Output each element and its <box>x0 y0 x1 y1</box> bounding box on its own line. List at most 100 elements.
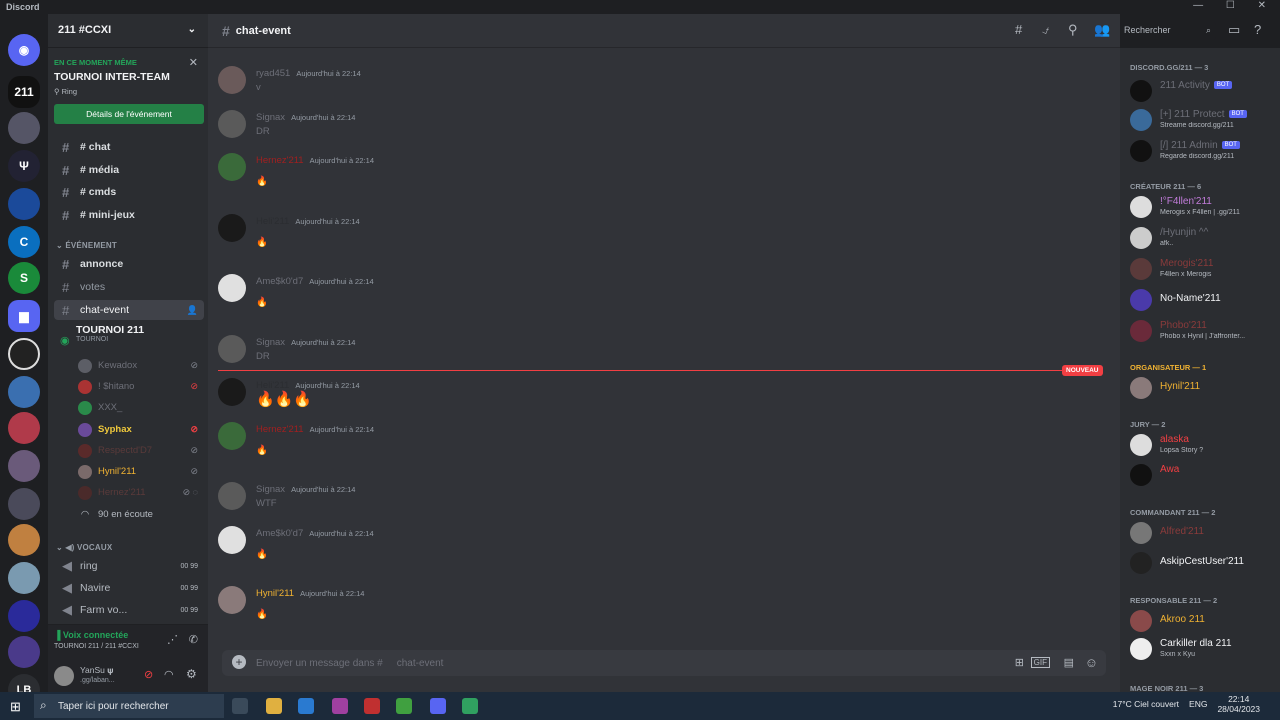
task-view-icon[interactable] <box>232 698 248 714</box>
app-icon[interactable] <box>364 698 380 714</box>
server-icon[interactable] <box>8 376 40 408</box>
voice-user[interactable]: Hernez'211 ⊘ ◌ <box>78 483 200 502</box>
weather-label[interactable]: 17°C Ciel couvert <box>1113 699 1179 709</box>
server-icon[interactable] <box>8 562 40 594</box>
member-item[interactable]: Alfred'211 <box>1130 520 1275 548</box>
avatar[interactable] <box>218 526 246 554</box>
avatar[interactable] <box>218 422 246 450</box>
server-icon[interactable] <box>8 600 40 632</box>
channel-cmds[interactable]: # # cmds <box>54 182 204 202</box>
voice-channel-farm[interactable]: ◀ Farm vo... 00 99 <box>54 600 204 620</box>
server-icon-211[interactable]: 211 <box>8 76 40 108</box>
category-vocaux[interactable]: ⌄ ◀) VOCAUX <box>56 543 112 552</box>
event-details-button[interactable]: Détails de l'événement <box>54 104 204 124</box>
opera-icon[interactable] <box>332 698 348 714</box>
avatar[interactable] <box>218 378 246 406</box>
avatar[interactable] <box>218 274 246 302</box>
store-icon[interactable] <box>298 698 314 714</box>
add-attachment-icon[interactable]: + <box>232 655 246 669</box>
mic-muted-icon[interactable]: ⊘ <box>144 668 153 681</box>
headphones-icon[interactable]: ◠ <box>164 668 174 681</box>
search-input[interactable]: Rechercher ⌕ <box>1120 22 1216 40</box>
disconnect-icon[interactable]: ✆ <box>189 633 198 646</box>
voice-user[interactable]: Respectd'D7 ⊘ <box>78 441 200 460</box>
server-icon[interactable] <box>8 338 40 370</box>
avatar[interactable] <box>218 153 246 181</box>
member-item[interactable]: Merogis'211 F4llen x Merogis <box>1130 256 1275 284</box>
voice-user[interactable]: Syphax ⊘ <box>78 420 200 439</box>
pin-icon[interactable]: ⚲ <box>1068 22 1078 38</box>
avatar[interactable] <box>218 110 246 138</box>
channel-chat-event[interactable]: # chat-event 👤 <box>54 300 204 320</box>
window-controls[interactable]: — ☐ ✕ <box>1193 0 1276 11</box>
app-icon[interactable] <box>462 698 478 714</box>
app-icon[interactable] <box>396 698 412 714</box>
member-item[interactable]: !°F4llen'211 Merogis x F4llen | .gg/211 <box>1130 194 1275 222</box>
discord-home-icon[interactable]: ◉ <box>8 34 40 66</box>
server-icon[interactable]: Ψ <box>8 150 40 182</box>
server-icon[interactable] <box>8 524 40 556</box>
server-icon[interactable] <box>8 488 40 520</box>
gift-icon[interactable]: ⊞ <box>1015 656 1024 669</box>
discord-taskbar-icon[interactable] <box>430 698 446 714</box>
member-item[interactable]: [/] 211 Admin BOT Regarde discord.gg/211 <box>1130 138 1275 166</box>
voice-user[interactable]: ! $hitano ⊘ <box>78 377 200 396</box>
language-indicator[interactable]: ENG <box>1189 699 1207 709</box>
folder-icon[interactable]: ▆ <box>8 300 40 332</box>
file-explorer-icon[interactable] <box>266 698 282 714</box>
server-icon[interactable] <box>8 112 40 144</box>
message-input[interactable]: + Envoyer un message dans # chat-event ⊞ … <box>222 650 1106 676</box>
notification-bell-icon[interactable]: ⍻ <box>1042 22 1049 38</box>
emoji-icon[interactable]: ☺ <box>1085 655 1098 670</box>
member-item[interactable]: No-Name'211 <box>1130 287 1275 315</box>
member-item[interactable]: alaska Lopsa Story ? <box>1130 432 1275 460</box>
sticker-icon[interactable]: ▤ <box>1064 656 1074 669</box>
gif-icon[interactable]: GIF <box>1030 657 1050 668</box>
avatar[interactable] <box>218 66 246 94</box>
server-icon[interactable]: S <box>8 262 40 294</box>
voice-user[interactable]: Hynil'211 ⊘ <box>78 462 200 481</box>
close-icon[interactable]: ✕ <box>189 56 198 69</box>
member-item[interactable]: Hynil'211 <box>1130 375 1275 403</box>
member-item[interactable]: AskipCestUser'211 <box>1130 550 1275 578</box>
voice-user[interactable]: XXX_ <box>78 398 200 417</box>
windows-start-icon[interactable]: ⊞ <box>10 699 21 715</box>
category-evenement[interactable]: ⌄ ÉVÉNEMENT <box>56 241 117 250</box>
avatar[interactable] <box>218 586 246 614</box>
help-icon[interactable]: ? <box>1254 22 1261 37</box>
listeners-count[interactable]: ◠ 90 en écoute <box>78 505 200 524</box>
server-icon[interactable] <box>8 636 40 668</box>
add-member-icon[interactable]: 👤 <box>187 305 198 316</box>
voice-channel-navire[interactable]: ◀ Navire 00 99 <box>54 578 204 598</box>
member-item[interactable]: Carkiller dla 211 Sxxn x Kyu <box>1130 636 1275 664</box>
avatar[interactable] <box>54 666 74 686</box>
channel-votes[interactable]: # votes <box>54 277 204 297</box>
channel-chat[interactable]: # # chat <box>54 137 204 157</box>
server-icon[interactable] <box>8 450 40 482</box>
server-icon[interactable] <box>8 188 40 220</box>
member-item[interactable]: /Hyunjin ^^ afk.. <box>1130 225 1275 253</box>
avatar[interactable] <box>218 482 246 510</box>
member-item[interactable]: Awa <box>1130 462 1275 490</box>
server-header[interactable]: 211 #CCXI ⌄ <box>48 14 208 48</box>
member-item[interactable]: [+] 211 Protect BOT Streame discord.gg/211 <box>1130 107 1275 135</box>
inbox-icon[interactable]: ▭ <box>1228 22 1240 38</box>
threads-icon[interactable]: # <box>1015 22 1022 37</box>
voice-channel-ring[interactable]: ◀ ring 00 99 <box>54 556 204 576</box>
noise-suppression-icon[interactable]: ⋰ <box>167 633 178 646</box>
gear-icon[interactable]: ⚙ <box>186 667 197 681</box>
stage-channel[interactable]: TOURNOI 211 TOURNOI <box>54 324 204 350</box>
avatar[interactable] <box>218 335 246 363</box>
server-icon[interactable]: C <box>8 226 40 258</box>
taskbar-search[interactable]: ⌕ Taper ici pour rechercher <box>34 694 224 718</box>
member-item[interactable]: Phobo'211 Phobo x Hynil | J'affronter... <box>1130 318 1275 346</box>
channel-media[interactable]: # # média <box>54 160 204 180</box>
member-item[interactable]: 211 Activity BOT <box>1130 78 1275 106</box>
server-icon[interactable] <box>8 412 40 444</box>
member-list-icon[interactable]: 👥 <box>1094 22 1110 38</box>
voice-user[interactable]: Kewadox ⊘ <box>78 356 200 375</box>
avatar[interactable] <box>218 214 246 242</box>
clock[interactable]: 22:14 28/04/2023 <box>1217 694 1260 714</box>
member-item[interactable]: Akroo 211 <box>1130 608 1275 636</box>
channel-annonce[interactable]: # annonce <box>54 254 204 274</box>
